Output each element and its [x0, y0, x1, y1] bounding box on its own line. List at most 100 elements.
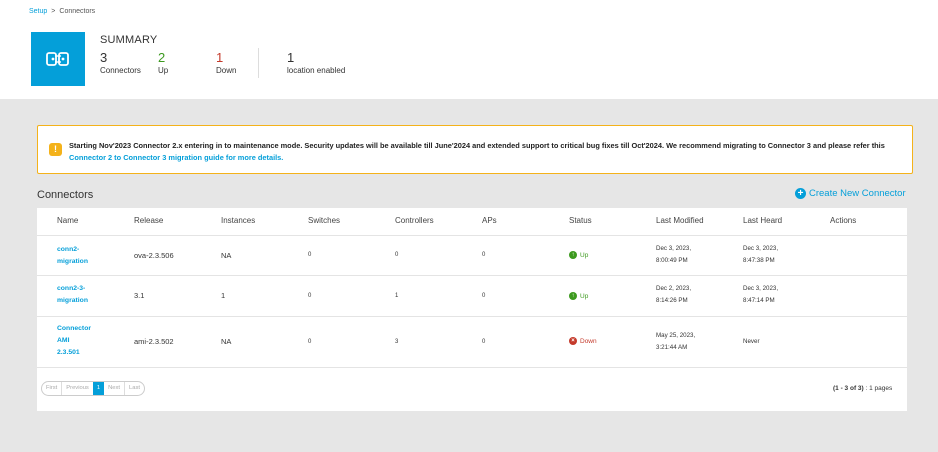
summary-header: Setup > Connectors SUMMARY 3 Connectors 2 …: [0, 0, 938, 99]
breadcrumb: Setup > Connectors: [29, 8, 95, 15]
column-header-release[interactable]: Release: [134, 216, 163, 225]
last-heard-date: Dec 3, 2023,: [743, 285, 779, 292]
last-modified-date: May 25, 2023,: [656, 332, 696, 339]
connector-name-line: conn2-: [57, 246, 80, 253]
connector-name-line: 2.3.501: [57, 349, 80, 356]
connector-name-line: Connector: [57, 325, 91, 332]
summary-title: SUMMARY: [100, 34, 158, 46]
pagination-pages: : 1 pages: [863, 385, 893, 392]
instances-cell: NA: [221, 251, 232, 260]
connectors-section-title: Connectors: [37, 189, 94, 201]
stat-location-label: location enabled: [287, 66, 346, 75]
column-header-switches[interactable]: Switches: [308, 216, 340, 225]
pagination-range: (1 - 3 of 3): [833, 385, 864, 392]
breadcrumb-current: Connectors: [59, 8, 96, 15]
status-down-icon: ×: [569, 337, 577, 345]
connector-name-link[interactable]: conn2-3- migration: [57, 283, 88, 307]
column-header-controllers[interactable]: Controllers: [395, 216, 434, 225]
status-up-icon: ↑: [569, 251, 577, 259]
last-modified-date: Dec 2, 2023,: [656, 285, 692, 292]
stat-location: 1 location enabled: [287, 50, 345, 75]
connectors-table: Name Release Instances Switches Controll…: [37, 208, 907, 411]
last-heard-cell: Dec 3, 2023, 8:47:14 PM: [743, 283, 778, 307]
connector-name-line: AMI: [57, 337, 70, 344]
aps-cell: 0: [482, 293, 486, 299]
maintenance-banner: ! Starting Nov'2023 Connector 2.x enteri…: [37, 125, 913, 174]
pagination-last[interactable]: Last: [124, 382, 144, 395]
stat-connectors-label: Connectors: [100, 66, 141, 75]
connector-tile: [31, 32, 85, 86]
release-cell: 3.1: [134, 291, 145, 300]
last-modified-cell: Dec 2, 2023, 8:14:26 PM: [656, 283, 691, 307]
switches-cell: 0: [308, 293, 312, 299]
instances-cell: 1: [221, 291, 226, 300]
status-up-icon: ↑: [569, 292, 577, 300]
breadcrumb-setup-link[interactable]: Setup: [29, 8, 47, 15]
column-header-actions: Actions: [830, 216, 857, 225]
warning-icon: !: [49, 143, 62, 156]
stat-up-value: 2: [158, 50, 166, 65]
last-heard-value: Never: [743, 338, 760, 345]
last-modified-time: 3:21:44 AM: [656, 344, 688, 351]
release-cell: ova-2.3.506: [134, 251, 174, 260]
last-modified-cell: May 25, 2023, 3:21:44 AM: [656, 330, 695, 354]
stat-connectors: 3 Connectors: [100, 50, 141, 75]
last-heard-cell: Dec 3, 2023, 8:47:38 PM: [743, 243, 778, 267]
create-new-connector-button[interactable]: + Create New Connector: [795, 188, 906, 199]
controllers-cell: 3: [395, 339, 399, 345]
banner-message: Starting Nov'2023 Connector 2.x entering…: [69, 140, 899, 164]
status-badge: × Down: [569, 337, 597, 345]
migration-guide-link[interactable]: Connector 2 to Connector 3 migration gui…: [69, 153, 283, 162]
last-heard-time: 8:47:14 PM: [743, 297, 775, 304]
column-header-name[interactable]: Name: [57, 216, 78, 225]
switches-cell: 0: [308, 252, 312, 258]
column-header-last-heard[interactable]: Last Heard: [743, 216, 782, 225]
pagination-info: (1 - 3 of 3) : 1 pages: [833, 385, 892, 392]
instances-cell: NA: [221, 337, 232, 346]
aps-cell: 0: [482, 252, 486, 258]
status-badge: ↑ Up: [569, 292, 588, 300]
connector-plug-icon: [46, 52, 69, 66]
plus-circle-icon: +: [795, 188, 806, 199]
last-modified-time: 8:00:49 PM: [656, 257, 688, 264]
column-header-instances[interactable]: Instances: [221, 216, 255, 225]
connector-name-line: conn2-3-: [57, 285, 86, 292]
pagination-previous[interactable]: Previous: [61, 382, 93, 395]
controllers-cell: 1: [395, 293, 399, 299]
stat-location-value: 1: [287, 50, 295, 65]
pagination-next[interactable]: Next: [104, 382, 124, 395]
last-heard-date: Dec 3, 2023,: [743, 245, 779, 252]
last-modified-time: 8:14:26 PM: [656, 297, 688, 304]
stat-up: 2 Up: [158, 50, 168, 75]
row-divider: [37, 316, 907, 317]
column-header-last-modified[interactable]: Last Modified: [656, 216, 704, 225]
connector-name-link[interactable]: conn2- migration: [57, 244, 88, 268]
aps-cell: 0: [482, 339, 486, 345]
stat-down: 1 Down: [216, 50, 236, 75]
status-label: Up: [580, 292, 589, 300]
connector-name-line: migration: [57, 297, 88, 304]
status-label: Up: [580, 251, 589, 259]
stat-down-label: Down: [216, 66, 237, 75]
stat-down-value: 1: [216, 50, 224, 65]
pagination: First Previous 1 Next Last: [41, 381, 145, 396]
banner-text: Starting Nov'2023 Connector 2.x entering…: [69, 141, 885, 150]
create-new-connector-label: Create New Connector: [809, 188, 906, 199]
pagination-current-page[interactable]: 1: [92, 382, 105, 395]
last-heard-time: 8:47:38 PM: [743, 257, 775, 264]
last-heard-cell: Never: [743, 336, 760, 348]
status-label: Down: [580, 337, 597, 345]
switches-cell: 0: [308, 339, 312, 345]
stat-connectors-value: 3: [100, 50, 108, 65]
row-divider: [37, 367, 907, 368]
column-header-status[interactable]: Status: [569, 216, 592, 225]
breadcrumb-separator: >: [51, 8, 56, 15]
column-header-aps[interactable]: APs: [482, 216, 497, 225]
pagination-first[interactable]: First: [42, 382, 61, 395]
status-badge: ↑ Up: [569, 251, 588, 259]
header-divider: [37, 235, 907, 236]
connector-name-link[interactable]: Connector AMI 2.3.501: [57, 323, 91, 359]
last-modified-date: Dec 3, 2023,: [656, 245, 692, 252]
summary-divider: [258, 48, 259, 78]
release-cell: ami-2.3.502: [134, 337, 174, 346]
